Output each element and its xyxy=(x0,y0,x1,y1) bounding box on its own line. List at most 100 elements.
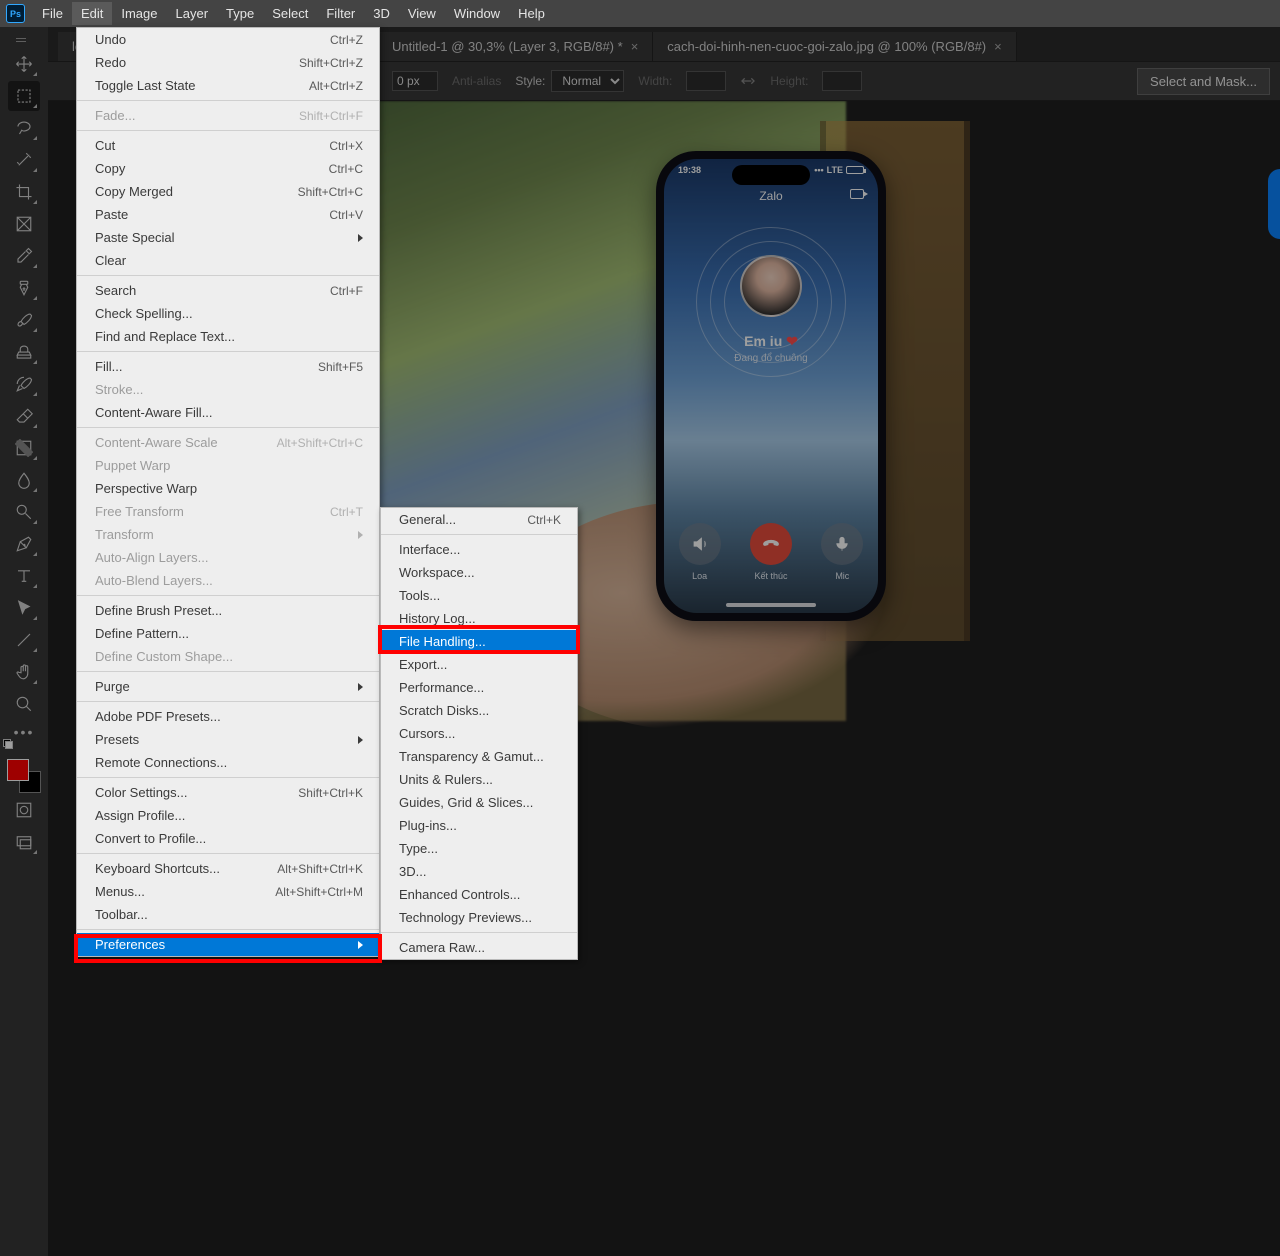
edit-menu-item[interactable]: Assign Profile... xyxy=(77,804,379,827)
pref-menu-item[interactable]: Tools... xyxy=(381,584,577,607)
edit-menu-item[interactable]: Purge xyxy=(77,675,379,698)
menu-item-label: Copy xyxy=(95,161,125,176)
edit-menu-item[interactable]: Presets xyxy=(77,728,379,751)
line-tool[interactable] xyxy=(8,625,40,655)
edit-menu-item[interactable]: Find and Replace Text... xyxy=(77,325,379,348)
edit-menu-item[interactable]: Menus...Alt+Shift+Ctrl+M xyxy=(77,880,379,903)
preferences-submenu[interactable]: General...Ctrl+K Interface...Workspace...… xyxy=(380,507,578,960)
menu-edit[interactable]: Edit xyxy=(72,2,112,25)
pref-menu-item[interactable]: Units & Rulers... xyxy=(381,768,577,791)
pref-menu-item[interactable]: General...Ctrl+K xyxy=(381,508,577,531)
pref-menu-item[interactable]: Enhanced Controls... xyxy=(381,883,577,906)
menu-filter[interactable]: Filter xyxy=(317,2,364,25)
edit-menu-item[interactable]: Fill...Shift+F5 xyxy=(77,355,379,378)
pref-menu-item[interactable]: Transparency & Gamut... xyxy=(381,745,577,768)
pref-menu-item[interactable]: Camera Raw... xyxy=(381,936,577,959)
lasso-tool[interactable] xyxy=(8,113,40,143)
edit-menu-item[interactable]: SearchCtrl+F xyxy=(77,279,379,302)
document-tab[interactable]: Untitled-1 @ 30,3% (Layer 3, RGB/8#) *× xyxy=(378,32,653,61)
pref-menu-item[interactable]: Plug-ins... xyxy=(381,814,577,837)
pref-menu-item[interactable]: File Handling... xyxy=(381,630,577,653)
menu-layer[interactable]: Layer xyxy=(167,2,218,25)
frame-tool[interactable] xyxy=(8,209,40,239)
menu-select[interactable]: Select xyxy=(263,2,317,25)
menu-file[interactable]: File xyxy=(33,2,72,25)
move-tool[interactable] xyxy=(8,49,40,79)
crop-tool[interactable] xyxy=(8,177,40,207)
edit-menu-item[interactable]: Preferences xyxy=(77,933,379,956)
pref-menu-item[interactable]: Export... xyxy=(381,653,577,676)
edit-menu-item[interactable]: CopyCtrl+C xyxy=(77,157,379,180)
type-tool[interactable] xyxy=(8,561,40,591)
path-selection-tool[interactable] xyxy=(8,593,40,623)
blur-tool[interactable] xyxy=(8,465,40,495)
pref-menu-item[interactable]: Interface... xyxy=(381,538,577,561)
menu-image[interactable]: Image xyxy=(112,2,166,25)
edit-menu-item[interactable]: Content-Aware Fill... xyxy=(77,401,379,424)
pref-menu-item[interactable]: Type... xyxy=(381,837,577,860)
menu-item-shortcut: Alt+Ctrl+Z xyxy=(285,79,363,93)
edit-menu-item[interactable]: Define Brush Preset... xyxy=(77,599,379,622)
edit-menu[interactable]: UndoCtrl+ZRedoShift+Ctrl+ZToggle Last St… xyxy=(76,27,380,957)
eraser-tool[interactable] xyxy=(8,401,40,431)
dodge-tool[interactable] xyxy=(8,497,40,527)
edit-menu-item[interactable]: PasteCtrl+V xyxy=(77,203,379,226)
magic-wand-tool[interactable] xyxy=(8,145,40,175)
color-swatches[interactable] xyxy=(7,759,41,793)
edit-menu-item[interactable]: Adobe PDF Presets... xyxy=(77,705,379,728)
zoom-tool[interactable] xyxy=(8,689,40,719)
document-tab[interactable]: cach-doi-hinh-nen-cuoc-goi-zalo.jpg @ 10… xyxy=(653,32,1016,61)
edit-menu-item[interactable]: Toolbar... xyxy=(77,903,379,926)
edit-menu-item[interactable]: UndoCtrl+Z xyxy=(77,28,379,51)
select-and-mask-button[interactable]: Select and Mask... xyxy=(1137,68,1270,95)
eyedropper-tool[interactable] xyxy=(8,241,40,271)
pen-tool[interactable] xyxy=(8,529,40,559)
pref-menu-item[interactable]: Cursors... xyxy=(381,722,577,745)
pref-menu-item[interactable]: 3D... xyxy=(381,860,577,883)
quick-mask-icon[interactable] xyxy=(8,795,40,825)
edit-menu-item[interactable]: Paste Special xyxy=(77,226,379,249)
gradient-tool[interactable] xyxy=(8,433,40,463)
collapse-icon[interactable] xyxy=(16,33,34,47)
pref-menu-item[interactable]: Technology Previews... xyxy=(381,906,577,929)
close-icon[interactable]: × xyxy=(631,39,639,54)
hand-tool[interactable] xyxy=(8,657,40,687)
screen-mode-icon[interactable] xyxy=(8,827,40,857)
pref-menu-item[interactable]: Guides, Grid & Slices... xyxy=(381,791,577,814)
edit-menu-item[interactable]: Perspective Warp xyxy=(77,477,379,500)
pref-menu-item[interactable]: Scratch Disks... xyxy=(381,699,577,722)
menu-item-shortcut: Alt+Shift+Ctrl+C xyxy=(253,436,363,450)
edit-menu-item[interactable]: Check Spelling... xyxy=(77,302,379,325)
edit-menu-item[interactable]: Keyboard Shortcuts...Alt+Shift+Ctrl+K xyxy=(77,857,379,880)
edit-menu-item[interactable]: Toggle Last StateAlt+Ctrl+Z xyxy=(77,74,379,97)
edit-toolbar-icon[interactable]: ••• xyxy=(14,721,35,741)
style-select[interactable]: Normal xyxy=(551,70,624,92)
menu-view[interactable]: View xyxy=(399,2,445,25)
menu-help[interactable]: Help xyxy=(509,2,554,25)
edit-menu-item[interactable]: Define Pattern... xyxy=(77,622,379,645)
pref-menu-item[interactable]: Workspace... xyxy=(381,561,577,584)
edit-menu-item[interactable]: Convert to Profile... xyxy=(77,827,379,850)
brush-tool[interactable] xyxy=(8,305,40,335)
default-colors-icon[interactable] xyxy=(3,739,13,749)
edit-menu-item[interactable]: RedoShift+Ctrl+Z xyxy=(77,51,379,74)
marquee-tool[interactable] xyxy=(8,81,40,111)
healing-brush-tool[interactable] xyxy=(8,273,40,303)
edit-menu-item[interactable]: Color Settings...Shift+Ctrl+K xyxy=(77,781,379,804)
edit-menu-item[interactable]: Copy MergedShift+Ctrl+C xyxy=(77,180,379,203)
history-brush-tool[interactable] xyxy=(8,369,40,399)
edit-menu-item[interactable]: Remote Connections... xyxy=(77,751,379,774)
menu-item-label: Redo xyxy=(95,55,126,70)
edit-menu-item[interactable]: Clear xyxy=(77,249,379,272)
foreground-color-swatch[interactable] xyxy=(7,759,29,781)
menu-type[interactable]: Type xyxy=(217,2,263,25)
feather-input[interactable] xyxy=(392,71,438,91)
pref-menu-item[interactable]: History Log... xyxy=(381,607,577,630)
menu-item-label: 3D... xyxy=(399,864,426,879)
clone-stamp-tool[interactable] xyxy=(8,337,40,367)
pref-menu-item[interactable]: Performance... xyxy=(381,676,577,699)
close-icon[interactable]: × xyxy=(994,39,1002,54)
edit-menu-item[interactable]: CutCtrl+X xyxy=(77,134,379,157)
menu-3d[interactable]: 3D xyxy=(364,2,399,25)
menu-window[interactable]: Window xyxy=(445,2,509,25)
